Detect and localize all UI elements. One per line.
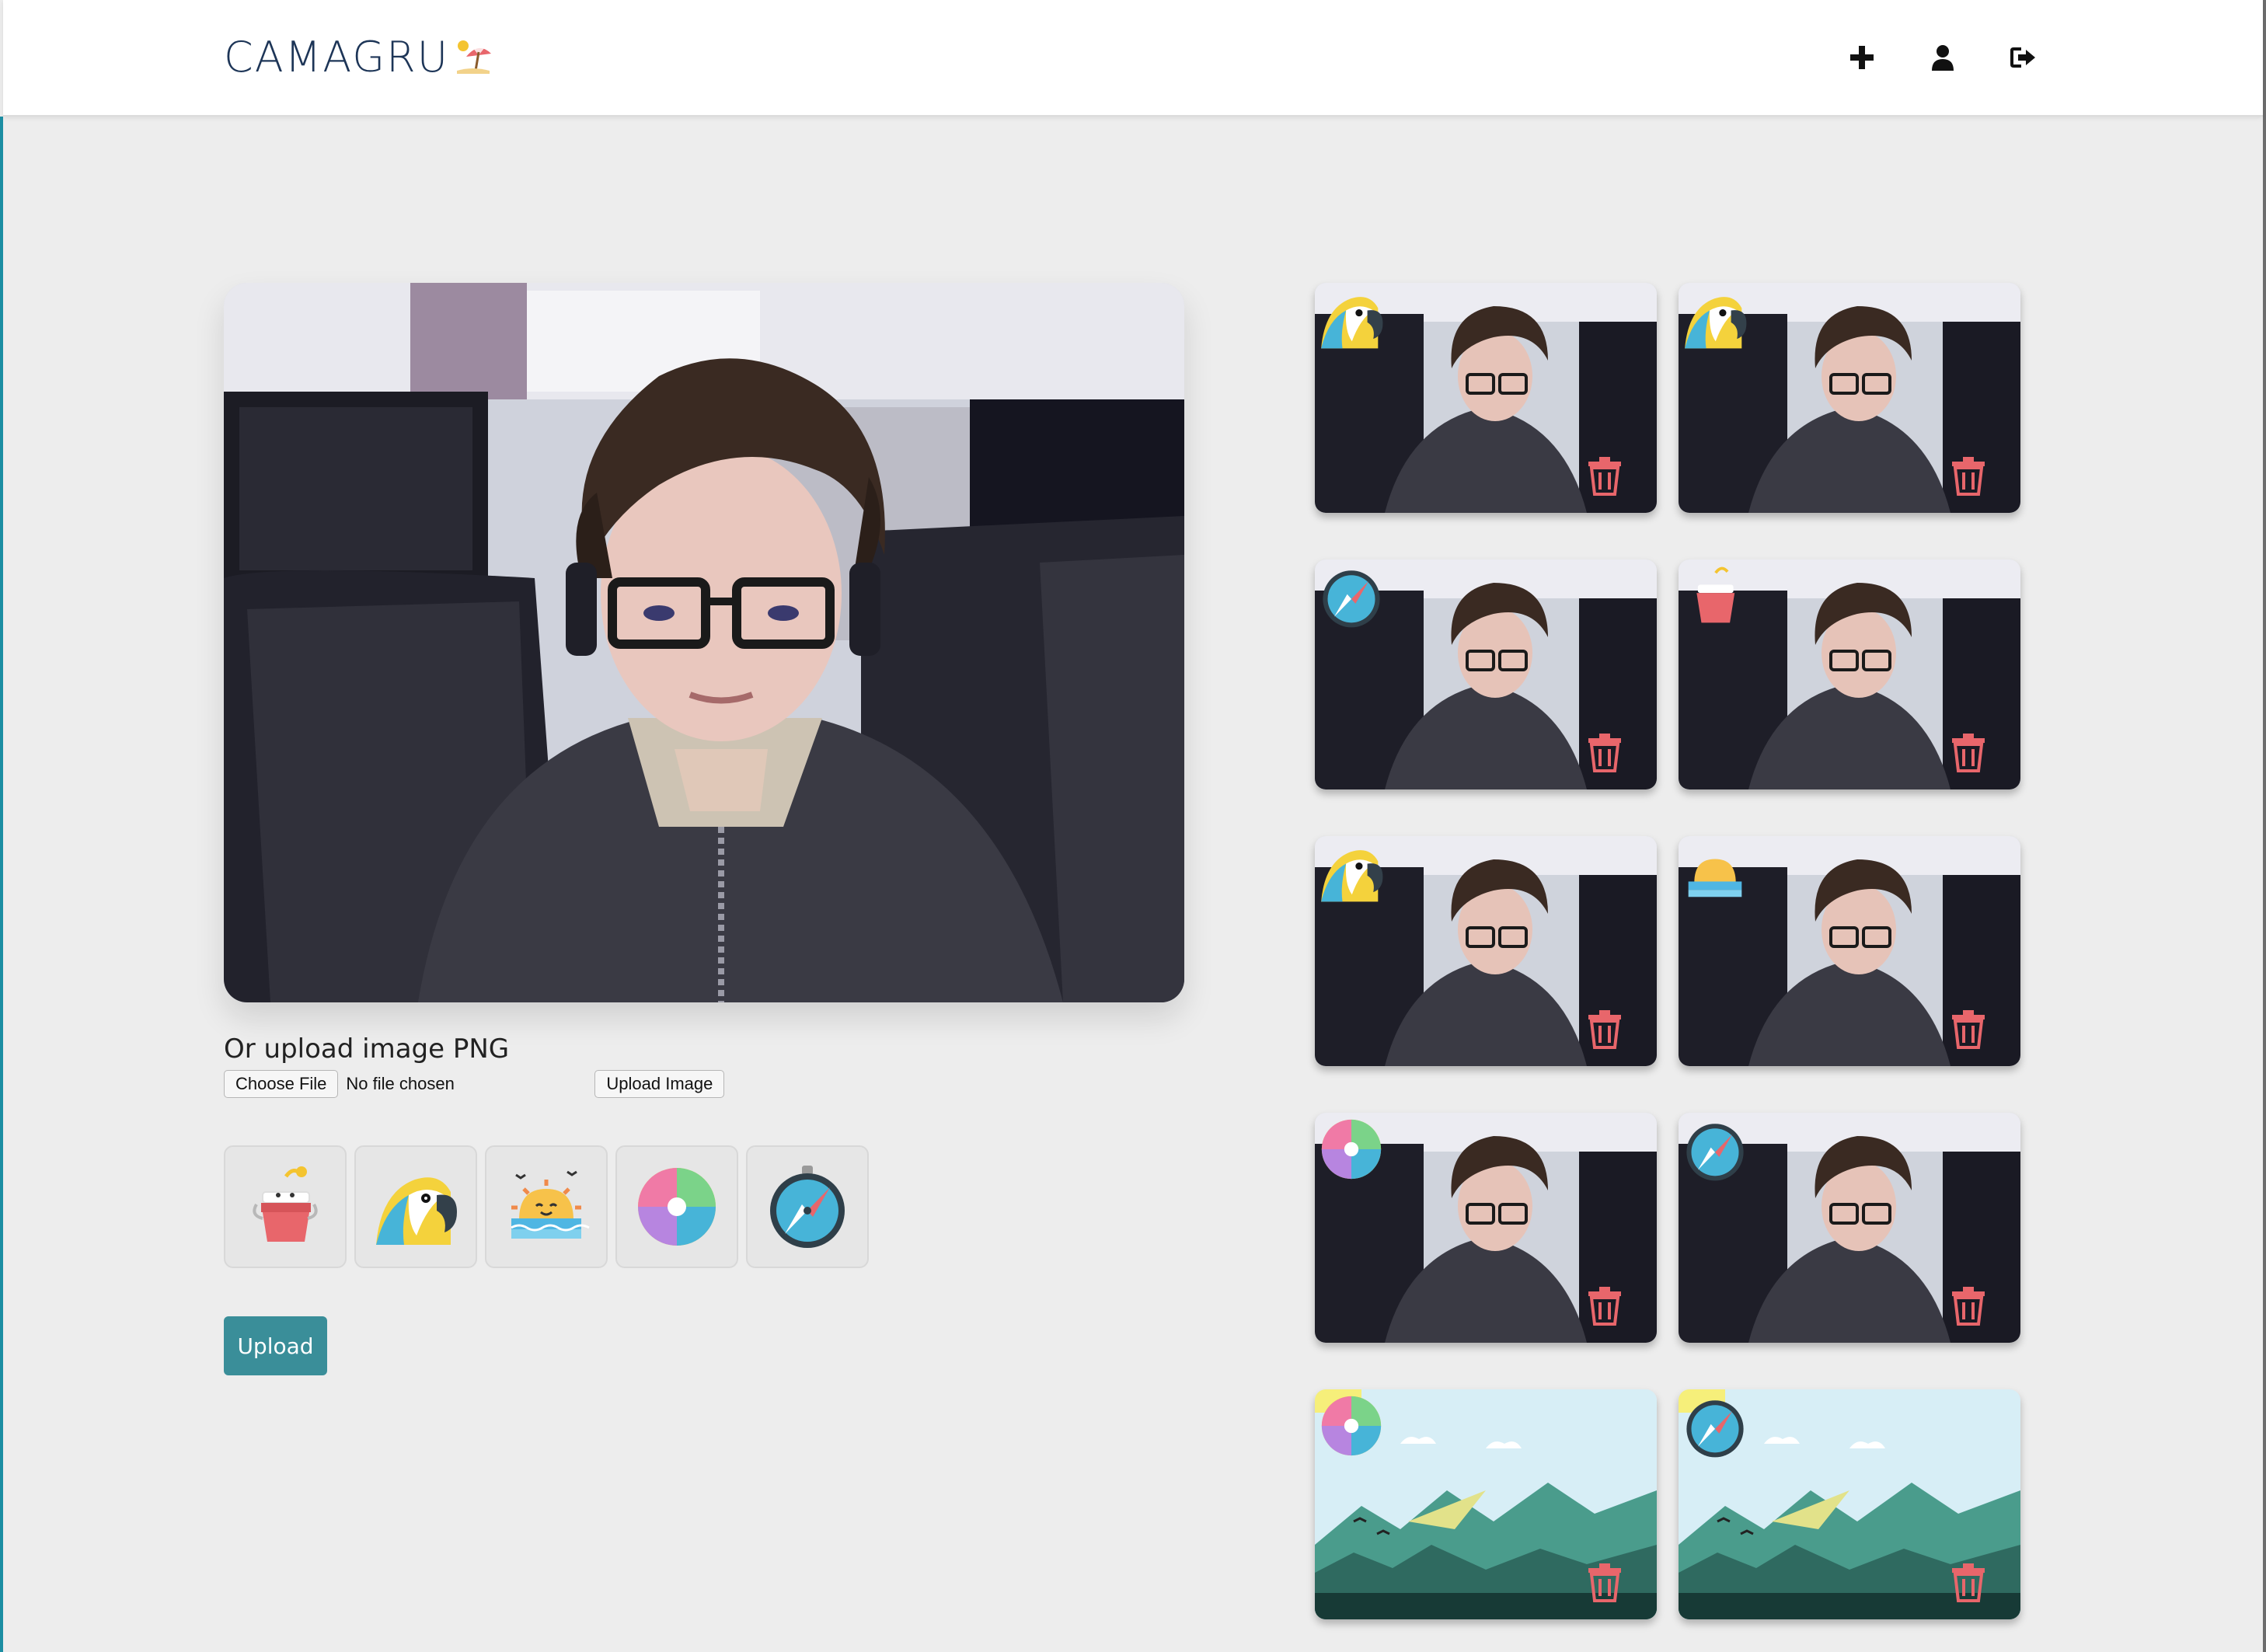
navbar: CAMAGRU bbox=[3, 0, 2263, 117]
trash-icon bbox=[1952, 1287, 1985, 1326]
compass-icon bbox=[1686, 1400, 1744, 1458]
trash-icon bbox=[1952, 1563, 1985, 1602]
trash-icon bbox=[1588, 1010, 1621, 1049]
trash-icon bbox=[1588, 734, 1621, 772]
delete-button[interactable] bbox=[1587, 1009, 1623, 1049]
delete-button[interactable] bbox=[1951, 455, 1986, 496]
gallery-item[interactable] bbox=[1315, 1113, 1657, 1343]
delete-button[interactable] bbox=[1587, 455, 1623, 496]
window-edge bbox=[0, 117, 3, 1652]
gallery-item[interactable] bbox=[1679, 1113, 2020, 1343]
gallery-item[interactable] bbox=[1315, 1389, 1657, 1619]
delete-button[interactable] bbox=[1951, 1562, 1986, 1602]
upload-label: Or upload image PNG bbox=[224, 1033, 510, 1065]
file-name-text: No file chosen bbox=[346, 1074, 455, 1093]
gallery-item[interactable] bbox=[1679, 1389, 2020, 1619]
trash-icon bbox=[1952, 734, 1985, 772]
sunset-icon bbox=[1688, 859, 1742, 897]
sticker-option-parrot[interactable] bbox=[354, 1145, 477, 1268]
compass-icon bbox=[1686, 1124, 1744, 1181]
sticker-option-sunset[interactable] bbox=[485, 1145, 608, 1268]
brand-name: CAMAGRU bbox=[224, 32, 450, 82]
trash-icon bbox=[1952, 1010, 1985, 1049]
sticker-option-beach-ball[interactable] bbox=[615, 1145, 738, 1268]
upload-button[interactable]: Upload bbox=[224, 1316, 327, 1375]
parrot-icon bbox=[1685, 297, 1747, 349]
beach-ball-icon bbox=[1321, 1396, 1382, 1456]
sticker-option-bucket[interactable] bbox=[224, 1145, 347, 1268]
file-upload-row: Choose File No file chosen Upload Image bbox=[224, 1070, 725, 1098]
webcam-preview bbox=[224, 283, 1184, 1002]
trash-icon bbox=[1952, 457, 1985, 496]
logout-button[interactable] bbox=[2006, 37, 2041, 78]
gallery-item[interactable] bbox=[1315, 559, 1657, 789]
gallery-item[interactable] bbox=[1315, 283, 1657, 513]
gallery-item[interactable] bbox=[1315, 836, 1657, 1066]
parrot-icon bbox=[376, 1177, 457, 1245]
bucket-icon bbox=[253, 1166, 318, 1242]
user-icon bbox=[1932, 45, 1954, 71]
sunset-icon bbox=[511, 1170, 590, 1239]
gallery-item[interactable] bbox=[1679, 283, 2020, 513]
sticker-option-compass[interactable] bbox=[746, 1145, 869, 1268]
logout-icon bbox=[2010, 47, 2035, 68]
bucket-icon bbox=[1696, 566, 1735, 623]
trash-icon bbox=[1588, 1563, 1621, 1602]
delete-button[interactable] bbox=[1587, 1562, 1623, 1602]
gallery-item[interactable] bbox=[1679, 836, 2020, 1066]
compass-icon bbox=[770, 1166, 845, 1248]
beach-ball-icon bbox=[1321, 1119, 1382, 1180]
choose-file-button[interactable]: Choose File bbox=[224, 1070, 339, 1098]
compass-icon bbox=[1323, 570, 1380, 628]
trash-icon bbox=[1588, 1287, 1621, 1326]
upload-image-button[interactable]: Upload Image bbox=[594, 1070, 725, 1098]
profile-button[interactable] bbox=[1926, 37, 1960, 78]
delete-button[interactable] bbox=[1587, 732, 1623, 772]
sticker-picker bbox=[224, 1145, 869, 1268]
parrot-icon bbox=[1321, 850, 1383, 902]
delete-button[interactable] bbox=[1587, 1285, 1623, 1326]
beach-ball-icon bbox=[638, 1168, 716, 1246]
plus-icon bbox=[1850, 46, 1874, 69]
new-post-button[interactable] bbox=[1845, 37, 1879, 78]
parrot-icon bbox=[1321, 297, 1383, 349]
delete-button[interactable] bbox=[1951, 732, 1986, 772]
brand-link[interactable]: CAMAGRU bbox=[224, 30, 493, 84]
trash-icon bbox=[1588, 457, 1621, 496]
window-edge bbox=[2263, 0, 2266, 1652]
delete-button[interactable] bbox=[1951, 1285, 1986, 1326]
delete-button[interactable] bbox=[1951, 1009, 1986, 1049]
gallery-item[interactable] bbox=[1679, 559, 2020, 789]
beach-umbrella-icon bbox=[457, 40, 492, 74]
